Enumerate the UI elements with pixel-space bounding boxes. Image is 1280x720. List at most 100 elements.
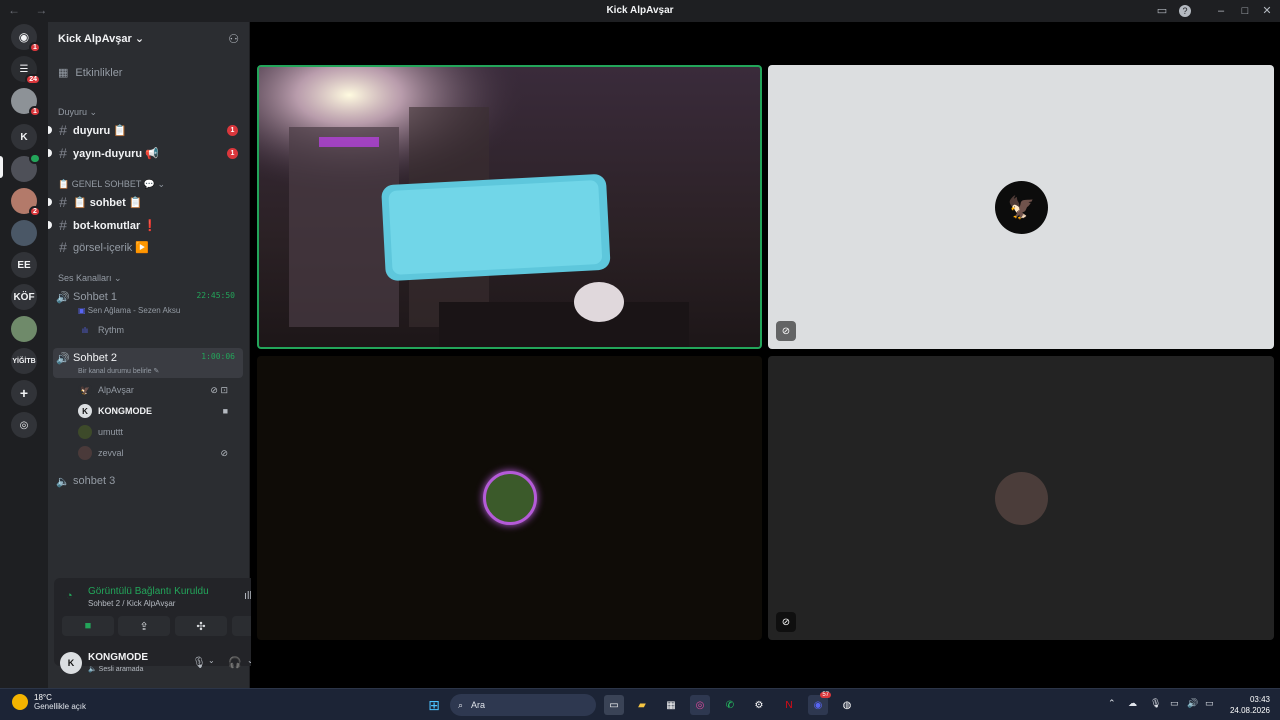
task-view-button[interactable]: ▭ bbox=[604, 695, 624, 715]
server-icon-1[interactable]: ☰ 24 bbox=[11, 56, 41, 85]
voice-member[interactable]: umuttt bbox=[78, 422, 238, 442]
search-box[interactable]: ⌕ Ara bbox=[450, 694, 596, 716]
chevron-down-icon[interactable]: ⌄ bbox=[208, 656, 215, 665]
unread-indicator bbox=[48, 149, 52, 157]
voice-activity: Sen Ağlama - Sezen Aksu bbox=[87, 306, 181, 315]
chrome-icon: ◍ bbox=[842, 699, 852, 711]
windows-taskbar: 18°C Genellikle açık ⊞ ⌕ Ara ▭ ▰ ▦ ◎ ✆ ⚙… bbox=[0, 688, 1280, 720]
weather-icon bbox=[12, 694, 28, 710]
server-icon-ee[interactable]: EE bbox=[11, 252, 37, 278]
discord-taskbar-button[interactable]: ◉ 57 bbox=[808, 692, 831, 715]
camera-icon: ■ bbox=[222, 406, 228, 416]
server-icon-10[interactable] bbox=[11, 316, 37, 342]
discord-icon: ◉ bbox=[813, 699, 823, 711]
chevron-down-icon: ⌄ bbox=[89, 107, 98, 117]
server-icon-5[interactable]: 2 bbox=[11, 188, 41, 217]
eagle-avatar: 🦅 bbox=[995, 181, 1048, 234]
camera-button[interactable]: ■ bbox=[62, 616, 114, 636]
maximize-icon[interactable]: □ bbox=[1238, 4, 1252, 18]
events-link[interactable]: ▦ Etkinlikler bbox=[58, 66, 122, 80]
voice-channel-sohbet2[interactable]: 🔊 Sohbet 2 1:00:06 Bir kanal durumu beli… bbox=[53, 349, 243, 379]
netflix-button[interactable]: N bbox=[779, 695, 799, 715]
chevron-down-icon: ⌄ bbox=[114, 273, 122, 283]
weather-description: Genellikle açık bbox=[34, 702, 87, 711]
channel-name: duyuru 📋 bbox=[73, 124, 128, 137]
mic-muted-icon: ⊘ bbox=[220, 447, 228, 458]
video-tile-camera[interactable] bbox=[257, 65, 762, 349]
screen-share-button[interactable]: ⇪ bbox=[118, 616, 170, 636]
app-button[interactable]: ◎ bbox=[690, 695, 710, 715]
inbox-icon[interactable]: ▭ bbox=[1155, 4, 1169, 18]
channel-sohbet[interactable]: # 📋 sohbet 📋 bbox=[48, 192, 243, 212]
server-icon-kof[interactable]: KÖF bbox=[11, 284, 37, 310]
unread-indicator bbox=[48, 126, 52, 134]
voice-member[interactable]: zevval ⊘ bbox=[78, 443, 238, 463]
whatsapp-icon: ✆ bbox=[725, 699, 735, 711]
headphones-icon[interactable]: 🎧 bbox=[228, 656, 242, 669]
store-button[interactable]: ▦ bbox=[661, 695, 681, 715]
server-icon-2[interactable]: 1 bbox=[11, 88, 41, 117]
discord-logo-icon: ◉ bbox=[18, 30, 30, 44]
server-initials: KÖF bbox=[13, 291, 35, 303]
member-avatar: K bbox=[78, 404, 92, 418]
signal-icon: ◔ bbox=[66, 590, 73, 602]
channel-bot-komutlar[interactable]: # bot-komutlar ❗ bbox=[48, 215, 243, 235]
channel-duyuru[interactable]: # duyuru 📋 1 bbox=[48, 120, 243, 140]
server-icon-yigitb[interactable]: YİĞİTB bbox=[11, 348, 37, 374]
whatsapp-button[interactable]: ✆ bbox=[720, 695, 740, 715]
camera-icon: ■ bbox=[84, 620, 92, 632]
voice-channel-name: Sohbet 2 bbox=[73, 352, 118, 364]
server-icon-active[interactable] bbox=[11, 153, 41, 182]
video-tile-zevval[interactable]: ⊘ bbox=[768, 356, 1274, 640]
connection-status[interactable]: Görüntülü Bağlantı Kuruldu bbox=[88, 586, 209, 597]
hash-icon: # bbox=[59, 217, 67, 233]
help-icon[interactable]: ? bbox=[1179, 5, 1191, 17]
add-server-button[interactable]: + bbox=[11, 380, 37, 406]
category-general[interactable]: 📋 GENEL SOHBET 💬 ⌄ bbox=[58, 179, 165, 190]
voice-member[interactable]: 🦅 AlpAvşar ⊘ ⊡ bbox=[78, 380, 238, 400]
cloud-icon[interactable]: ☁ bbox=[1128, 698, 1137, 709]
discord-badge: 57 bbox=[820, 692, 831, 698]
discover-button[interactable]: ◎ bbox=[11, 412, 37, 438]
user-avatar[interactable]: K bbox=[60, 652, 82, 674]
system-clock[interactable]: 03:43 24.08.2026 bbox=[1230, 694, 1270, 716]
video-tile-umuttt[interactable] bbox=[257, 356, 762, 640]
speaker-icon: 🔈 bbox=[56, 475, 70, 488]
calendar-icon: ▦ bbox=[58, 67, 69, 79]
compass-icon: ◎ bbox=[19, 419, 29, 431]
channel-yayin-duyuru[interactable]: # yayın-duyuru 📢 1 bbox=[48, 143, 243, 163]
network-icon[interactable]: ▭ bbox=[1170, 698, 1179, 709]
activities-button[interactable]: ✣ bbox=[175, 616, 227, 636]
chrome-button[interactable]: ◍ bbox=[837, 695, 857, 715]
connection-path[interactable]: Sohbet 2 / Kick AlpAvşar bbox=[88, 599, 175, 608]
category-announcements[interactable]: Duyuru ⌄ bbox=[58, 107, 97, 118]
close-icon[interactable]: ✕ bbox=[1260, 4, 1274, 18]
channel-gorsel-icerik[interactable]: # görsel-içerik ▶️ bbox=[53, 237, 243, 257]
battery-icon[interactable]: ▭ bbox=[1205, 698, 1214, 709]
volume-icon[interactable]: 🔊 bbox=[1187, 698, 1198, 709]
voice-member-rythm[interactable]: ılı Rythm bbox=[78, 320, 238, 340]
voice-channel-sohbet1[interactable]: 🔊 Sohbet 1 22:45:50 ▣ Sen Ağlama - Sezen… bbox=[53, 288, 243, 318]
server-icon-6[interactable] bbox=[11, 220, 37, 246]
app-icon: ◎ bbox=[695, 699, 705, 711]
voice-member[interactable]: K KONGMODE ■ bbox=[78, 401, 238, 421]
hash-icon: # bbox=[59, 145, 67, 161]
guild-header[interactable]: Kick AlpAvşar ⌄ bbox=[58, 32, 144, 45]
microphone-icon[interactable]: 🎙 bbox=[192, 656, 206, 669]
microphone-icon[interactable]: 🎙 bbox=[1150, 698, 1161, 709]
tray-overflow-icon[interactable]: ⌃ bbox=[1108, 698, 1116, 709]
steam-button[interactable]: ⚙ bbox=[749, 695, 769, 715]
voice-channel-sohbet3[interactable]: 🔈 sohbet 3 bbox=[53, 472, 243, 490]
server-icon-k[interactable]: K bbox=[11, 124, 37, 150]
video-tile-alpavsar[interactable]: 🦅 ⊘ bbox=[768, 65, 1274, 349]
invite-people-icon[interactable]: ⚇ bbox=[228, 32, 239, 46]
direct-messages-button[interactable]: ◉ 1 bbox=[11, 24, 41, 53]
username[interactable]: KONGMODE bbox=[88, 652, 148, 663]
category-voice[interactable]: Ses Kanalları ⌄ bbox=[58, 273, 122, 284]
weather-widget[interactable]: 18°C Genellikle açık bbox=[12, 693, 86, 711]
minimize-icon[interactable]: – bbox=[1214, 4, 1228, 18]
file-explorer-button[interactable]: ▰ bbox=[632, 695, 652, 715]
camera-off-icon: ⊘ bbox=[776, 321, 796, 341]
start-button[interactable]: ⊞ bbox=[424, 695, 444, 715]
channel-status-hint[interactable]: Bir kanal durumu belirle bbox=[78, 368, 152, 375]
